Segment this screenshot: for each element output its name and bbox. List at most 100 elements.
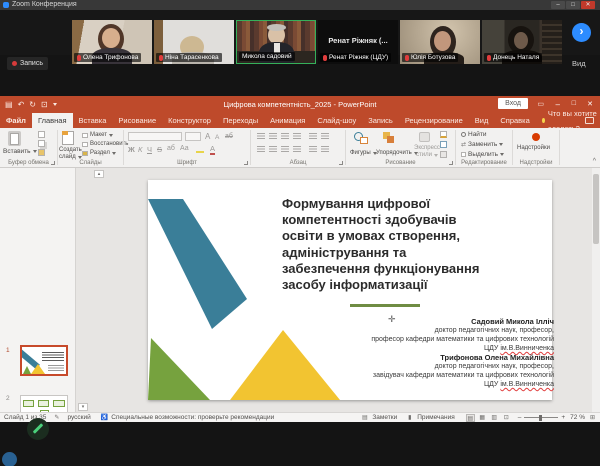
vertical-scrollbar[interactable] bbox=[592, 168, 600, 412]
align-right-icon[interactable] bbox=[281, 146, 289, 153]
highlight-color-button[interactable] bbox=[196, 146, 204, 153]
section-button[interactable]: Раздел bbox=[82, 150, 116, 156]
font-size-combobox[interactable] bbox=[185, 132, 201, 141]
shapes-button[interactable]: Фигуры bbox=[350, 150, 377, 156]
new-slide-button[interactable]: Создать bbox=[59, 147, 82, 153]
shrink-font-icon[interactable]: А bbox=[215, 134, 219, 141]
shape-outline-icon[interactable] bbox=[440, 141, 447, 148]
notes-button[interactable]: Заметки bbox=[372, 414, 397, 421]
comment-icon[interactable] bbox=[585, 117, 594, 124]
scroll-up-button[interactable]: ▴ bbox=[94, 170, 104, 178]
quick-styles-button[interactable]: стили bbox=[416, 152, 438, 158]
authors-textbox[interactable]: Садовий Микола Ілліч доктор педагогічних… bbox=[248, 317, 554, 389]
replace-button[interactable]: ⇄ Заменить bbox=[461, 141, 503, 148]
zoom-percent[interactable]: 72 % bbox=[570, 414, 585, 421]
dialog-launcher-icon[interactable] bbox=[51, 161, 55, 165]
video-tile-participant-4[interactable]: Ренат Ріжняк (... Ренат Ріжняк (ЦДУ) bbox=[318, 20, 398, 64]
shape-effects-icon[interactable] bbox=[440, 151, 447, 158]
zoom-close-icon[interactable]: ✕ bbox=[581, 1, 595, 9]
slide-sorter-view-button[interactable]: ▦ bbox=[478, 414, 487, 422]
zoom-slider-thumb[interactable] bbox=[539, 415, 542, 421]
floating-blue-button[interactable] bbox=[2, 452, 17, 466]
cut-icon[interactable] bbox=[38, 131, 45, 138]
ribbon-display-options-icon[interactable]: ▭ bbox=[537, 100, 544, 108]
scrollbar-thumb[interactable] bbox=[593, 174, 599, 244]
video-tile-participant-2[interactable]: Ніна Тарасенкова bbox=[154, 20, 234, 64]
columns-icon[interactable] bbox=[309, 146, 317, 153]
bullets-icon[interactable] bbox=[257, 133, 265, 140]
next-participants-button[interactable]: › bbox=[572, 23, 591, 42]
normal-view-button[interactable]: ▤ bbox=[466, 414, 475, 422]
reading-view-button[interactable]: ▥ bbox=[490, 414, 499, 422]
bold-button[interactable]: Ж bbox=[128, 145, 135, 154]
justify-icon[interactable] bbox=[293, 146, 301, 153]
layout-button[interactable]: Макет bbox=[82, 132, 113, 138]
video-tile-participant-3-active-speaker[interactable]: Микола садовий bbox=[236, 20, 316, 64]
decrease-indent-icon[interactable] bbox=[281, 133, 289, 140]
format-painter-icon[interactable] bbox=[38, 149, 45, 156]
zoom-minimize-icon[interactable]: – bbox=[551, 1, 565, 9]
arrange-button[interactable]: Упорядочить bbox=[376, 150, 418, 156]
tab-review[interactable]: Рецензирование bbox=[399, 113, 469, 128]
slideshow-button[interactable]: ⊡ bbox=[502, 414, 511, 422]
line-spacing-icon[interactable] bbox=[309, 133, 317, 140]
quick-styles-button[interactable]: Экспресс- bbox=[414, 145, 442, 151]
tab-draw[interactable]: Рисование bbox=[112, 113, 162, 128]
tab-insert[interactable]: Вставка bbox=[73, 113, 113, 128]
dialog-launcher-icon[interactable] bbox=[339, 161, 343, 165]
char-spacing-icon[interactable]: аб bbox=[167, 145, 175, 152]
video-tile-participant-5[interactable]: Юлія Ботузова bbox=[400, 20, 480, 64]
italic-button[interactable]: К bbox=[138, 145, 142, 154]
strikethrough-button[interactable]: S bbox=[157, 145, 162, 154]
grow-font-icon[interactable]: А bbox=[205, 132, 210, 141]
video-tile-participant-1[interactable]: Олена Трифонова bbox=[72, 20, 152, 64]
pen-icon[interactable]: ✎ bbox=[54, 414, 59, 421]
recording-indicator[interactable]: Запись bbox=[7, 57, 48, 70]
slide-thumbnail-1-selected[interactable] bbox=[20, 345, 68, 376]
scroll-down-button[interactable]: ▾ bbox=[78, 403, 88, 411]
tab-help[interactable]: Справка bbox=[494, 113, 535, 128]
comments-button[interactable]: Примечания bbox=[417, 414, 455, 421]
tab-animations[interactable]: Анимация bbox=[264, 113, 311, 128]
tab-slideshow[interactable]: Слайд-шоу bbox=[311, 113, 362, 128]
tab-transitions[interactable]: Переходы bbox=[217, 113, 264, 128]
fit-to-window-icon[interactable]: ⊞ bbox=[588, 414, 597, 422]
smartart-convert-icon[interactable] bbox=[321, 146, 329, 153]
copy-icon[interactable] bbox=[38, 140, 45, 147]
zoom-view-button[interactable]: Вид bbox=[572, 59, 586, 68]
text-direction-icon[interactable] bbox=[321, 133, 329, 140]
font-color-button[interactable]: А bbox=[210, 144, 215, 155]
align-center-icon[interactable] bbox=[269, 146, 277, 153]
align-left-icon[interactable] bbox=[257, 146, 265, 153]
tab-home[interactable]: Главная bbox=[32, 113, 73, 128]
change-case-button[interactable]: Аа bbox=[180, 145, 189, 152]
sign-in-button[interactable]: Вход bbox=[498, 98, 528, 109]
dialog-launcher-icon[interactable] bbox=[244, 161, 248, 165]
zoom-maximize-icon[interactable]: □ bbox=[566, 1, 580, 9]
tab-view[interactable]: Вид bbox=[469, 113, 495, 128]
collapse-ribbon-icon[interactable]: ^ bbox=[593, 158, 596, 165]
select-button[interactable]: Выделить bbox=[461, 151, 504, 158]
zoom-out-button[interactable]: – bbox=[518, 414, 522, 421]
zoom-in-button[interactable]: + bbox=[561, 414, 565, 421]
video-tile-participant-6[interactable]: Донець Наталя bbox=[482, 20, 562, 64]
tab-record[interactable]: Запись bbox=[362, 113, 399, 128]
tab-file[interactable]: Файл bbox=[0, 113, 32, 128]
accessibility-status[interactable]: Специальные возможности: проверьте реком… bbox=[111, 414, 274, 421]
underline-button[interactable]: Ч bbox=[147, 145, 152, 154]
addins-button[interactable]: Надстройки bbox=[517, 145, 550, 151]
increase-indent-icon[interactable] bbox=[293, 133, 301, 140]
shape-fill-icon[interactable] bbox=[440, 131, 447, 138]
paste-button[interactable]: Вставить bbox=[3, 148, 37, 155]
annotation-pencil-button[interactable] bbox=[27, 418, 49, 440]
reset-button[interactable]: Восстановить bbox=[82, 141, 128, 147]
language-button[interactable]: русский bbox=[67, 414, 90, 421]
numbering-icon[interactable] bbox=[269, 133, 277, 140]
font-name-combobox[interactable] bbox=[128, 132, 182, 141]
zoom-slider[interactable] bbox=[524, 417, 558, 418]
slide-canvas[interactable]: Формування цифрової компетентності здобу… bbox=[148, 180, 552, 400]
dialog-launcher-icon[interactable] bbox=[449, 161, 453, 165]
find-button[interactable]: Найти bbox=[461, 131, 487, 138]
slide-title-textbox[interactable]: Формування цифрової компетентності здобу… bbox=[282, 196, 574, 293]
clear-formatting-icon[interactable]: аб bbox=[225, 133, 233, 140]
